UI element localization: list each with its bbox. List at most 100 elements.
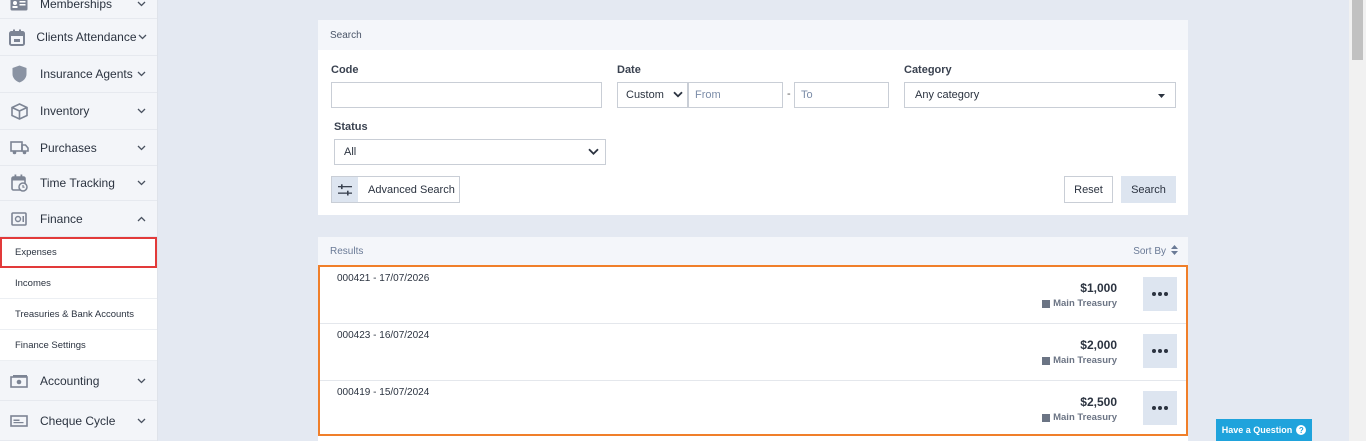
caret-down-icon [1158, 89, 1165, 101]
reset-button[interactable]: Reset [1064, 176, 1113, 203]
box-icon [9, 101, 29, 121]
safe-icon [9, 209, 29, 229]
treasury-icon [1042, 413, 1051, 422]
sidebar-subitem-label: Finance Settings [15, 339, 86, 351]
calendar-icon [9, 27, 26, 47]
sidebar-item-purchases[interactable]: Purchases [0, 130, 157, 166]
sidebar-subitem-label: Treasuries & Bank Accounts [15, 308, 134, 320]
results-list: 000421 - 17/07/2026 $1,000 Main Treasury… [318, 265, 1188, 436]
status-label: Status [334, 121, 368, 133]
chevron-down-icon [137, 34, 149, 40]
sort-by-button[interactable]: Sort By [1133, 244, 1178, 258]
results-header: Results Sort By [318, 237, 1188, 265]
sidebar-item-label: Time Tracking [40, 176, 115, 190]
more-actions-button[interactable] [1143, 277, 1177, 311]
treasury-label: Main Treasury [1053, 412, 1117, 423]
sidebar-item-accounting[interactable]: Accounting [0, 361, 157, 401]
date-from-input[interactable]: From [688, 82, 783, 108]
more-actions-button[interactable] [1143, 391, 1177, 425]
sidebar-item-memberships[interactable]: Memberships [0, 0, 157, 19]
sidebar-item-label: Accounting [40, 373, 100, 388]
code-input[interactable] [331, 82, 602, 108]
sidebar-subitem-finance-settings[interactable]: Finance Settings [0, 330, 157, 361]
search-panel-title: Search [318, 20, 1188, 50]
date-to-input[interactable]: To [794, 82, 889, 108]
sort-icon [1171, 244, 1178, 258]
sidebar-item-label: Purchases [40, 140, 97, 155]
chevron-down-icon [134, 180, 148, 186]
advanced-search-label: Advanced Search [368, 183, 455, 196]
sidebar: Memberships Clients Attendance Insurance… [0, 0, 158, 441]
expense-amount: $2,500 [1080, 395, 1117, 409]
chevron-down-icon [588, 146, 599, 158]
expense-amount: $1,000 [1080, 281, 1117, 295]
question-icon: ? [1296, 425, 1307, 435]
treasury-label: Main Treasury [1053, 298, 1117, 309]
chevron-down-icon [673, 89, 683, 101]
cheque-icon [9, 411, 29, 431]
sidebar-item-label: Insurance Agents [40, 67, 133, 81]
chevron-up-icon [134, 216, 148, 222]
date-from-placeholder: From [695, 89, 721, 101]
date-mode-value: Custom [626, 89, 664, 101]
truck-icon [9, 138, 29, 158]
sidebar-subitem-expenses[interactable]: Expenses [0, 237, 157, 268]
sidebar-item-label: Cheque Cycle [40, 413, 116, 428]
code-label: Code [331, 64, 359, 76]
sidebar-item-clients-attendance[interactable]: Clients Attendance [0, 19, 157, 56]
status-value: All [344, 146, 357, 158]
expense-code-date: 000421 - 17/07/2026 [337, 273, 430, 284]
sidebar-item-label: Inventory [40, 104, 90, 118]
category-select[interactable]: Any category [904, 82, 1176, 108]
expense-treasury: Main Treasury [1042, 412, 1117, 423]
advanced-search-button[interactable]: Advanced Search [331, 176, 460, 203]
sidebar-subitem-incomes[interactable]: Incomes [0, 268, 157, 299]
sidebar-item-inventory[interactable]: Inventory [0, 93, 157, 130]
sidebar-item-insurance-agents[interactable]: Insurance Agents [0, 56, 157, 93]
money-icon [9, 371, 29, 391]
search-panel: Search Code Date Custom From - To Catego… [318, 20, 1188, 215]
list-item[interactable]: 000421 - 17/07/2026 $1,000 Main Treasury [320, 267, 1186, 324]
help-label: Have a Question [1221, 425, 1293, 435]
date-label: Date [617, 64, 641, 76]
membership-card-icon [9, 0, 29, 14]
expense-amount: $2,000 [1080, 338, 1117, 352]
sidebar-item-label: Clients Attendance [36, 30, 137, 44]
chevron-down-icon [134, 145, 148, 151]
expense-treasury: Main Treasury [1042, 298, 1117, 309]
chevron-down-icon [134, 418, 148, 424]
sidebar-subitem-label: Incomes [15, 277, 51, 289]
page-scrollbar[interactable] [1349, 0, 1366, 441]
sort-by-label: Sort By [1133, 245, 1166, 257]
sidebar-item-finance[interactable]: Finance [0, 201, 157, 237]
chevron-down-icon [134, 1, 148, 7]
sidebar-item-time-tracking[interactable]: Time Tracking [0, 166, 157, 201]
chevron-down-icon [134, 108, 148, 114]
treasury-label: Main Treasury [1053, 355, 1117, 366]
more-actions-button[interactable] [1143, 334, 1177, 368]
treasury-icon [1042, 299, 1051, 308]
list-item[interactable]: 000423 - 16/07/2024 $2,000 Main Treasury [320, 324, 1186, 381]
sidebar-item-label: Finance [40, 211, 83, 226]
shield-icon [9, 64, 29, 84]
date-to-placeholder: To [801, 89, 813, 101]
date-mode-select[interactable]: Custom [617, 82, 688, 108]
sidebar-subitem-label: Expenses [15, 247, 57, 258]
sidebar-subitem-treasuries[interactable]: Treasuries & Bank Accounts [0, 299, 157, 330]
treasury-icon [1042, 356, 1051, 365]
results-panel: Results Sort By 000421 - 17/07/2026 $1,0… [318, 237, 1188, 441]
have-a-question-button[interactable]: Have a Question ? [1216, 419, 1312, 441]
scrollbar-thumb[interactable] [1352, 0, 1363, 60]
results-title: Results [330, 245, 364, 257]
clock-calendar-icon [9, 173, 29, 193]
chevron-down-icon [134, 71, 148, 77]
status-select[interactable]: All [334, 139, 606, 165]
search-button[interactable]: Search [1121, 176, 1176, 203]
sidebar-item-cheque-cycle[interactable]: Cheque Cycle [0, 401, 157, 441]
list-item[interactable]: 000419 - 15/07/2024 $2,500 Main Treasury [320, 381, 1186, 438]
expense-code-date: 000419 - 15/07/2024 [337, 387, 430, 398]
expense-code-date: 000423 - 16/07/2024 [337, 330, 430, 341]
date-range-separator: - [787, 88, 791, 100]
sidebar-item-label: Memberships [40, 0, 113, 11]
expense-treasury: Main Treasury [1042, 355, 1117, 366]
